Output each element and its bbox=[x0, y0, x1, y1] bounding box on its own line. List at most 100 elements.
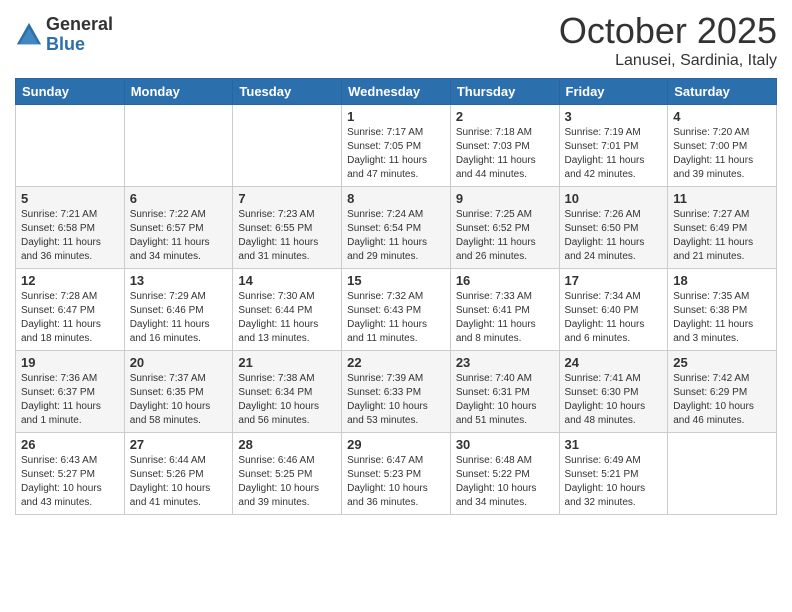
day-number: 14 bbox=[238, 273, 336, 288]
day-info: Sunrise: 7:21 AM Sunset: 6:58 PM Dayligh… bbox=[21, 208, 119, 264]
calendar-cell: 17 Sunrise: 7:34 AM Sunset: 6:40 PM Dayli… bbox=[559, 269, 668, 351]
day-info: Sunrise: 7:17 AM Sunset: 7:05 PM Dayligh… bbox=[347, 126, 445, 182]
calendar-cell: 25Sunrise: 7:42 AM Sunset: 6:29 PM Dayli… bbox=[668, 351, 777, 433]
calendar-week-1: 1Sunrise: 7:17 AM Sunset: 7:05 PM Daylig… bbox=[16, 105, 777, 187]
calendar-cell: 10 Sunrise: 7:26 AM Sunset: 6:50 PM Dayli… bbox=[559, 187, 668, 269]
calendar-cell: 12Sunrise: 7:28 AM Sunset: 6:47 PM Dayli… bbox=[16, 269, 125, 351]
calendar-cell: 4 Sunrise: 7:20 AM Sunset: 7:00 PM Daylig… bbox=[668, 105, 777, 187]
title-block: October 2025 Lanusei, Sardinia, Italy bbox=[559, 10, 777, 70]
day-number: 5 bbox=[21, 191, 119, 206]
day-number: 16 bbox=[456, 273, 554, 288]
day-info: Sunrise: 7:37 AM Sunset: 6:35 PM Dayligh… bbox=[130, 372, 228, 428]
page-container: General Blue October 2025 Lanusei, Sardi… bbox=[0, 0, 792, 530]
header-saturday: Saturday bbox=[668, 79, 777, 105]
logo-icon bbox=[15, 21, 43, 49]
day-number: 6 bbox=[130, 191, 228, 206]
day-info: Sunrise: 7:20 AM Sunset: 7:00 PM Dayligh… bbox=[673, 126, 771, 182]
calendar-cell: 30Sunrise: 6:48 AM Sunset: 5:22 PM Dayli… bbox=[450, 433, 559, 515]
day-info: Sunrise: 7:24 AM Sunset: 6:54 PM Dayligh… bbox=[347, 208, 445, 264]
calendar-table: Sunday Monday Tuesday Wednesday Thursday… bbox=[15, 78, 777, 515]
day-info: Sunrise: 7:32 AM Sunset: 6:43 PM Dayligh… bbox=[347, 290, 445, 346]
calendar-cell: 3 Sunrise: 7:19 AM Sunset: 7:01 PM Daylig… bbox=[559, 105, 668, 187]
day-info: Sunrise: 7:36 AM Sunset: 6:37 PM Dayligh… bbox=[21, 372, 119, 428]
logo: General Blue bbox=[15, 15, 113, 55]
day-info: Sunrise: 7:28 AM Sunset: 6:47 PM Dayligh… bbox=[21, 290, 119, 346]
calendar-cell: 6 Sunrise: 7:22 AM Sunset: 6:57 PM Daylig… bbox=[124, 187, 233, 269]
calendar-cell: 18 Sunrise: 7:35 AM Sunset: 6:38 PM Dayli… bbox=[668, 269, 777, 351]
day-info: Sunrise: 7:33 AM Sunset: 6:41 PM Dayligh… bbox=[456, 290, 554, 346]
calendar-header-row: Sunday Monday Tuesday Wednesday Thursday… bbox=[16, 79, 777, 105]
calendar-cell: 15 Sunrise: 7:32 AM Sunset: 6:43 PM Dayli… bbox=[342, 269, 451, 351]
day-number: 2 bbox=[456, 109, 554, 124]
day-info: Sunrise: 7:34 AM Sunset: 6:40 PM Dayligh… bbox=[565, 290, 663, 346]
calendar-cell: 11Sunrise: 7:27 AM Sunset: 6:49 PM Dayli… bbox=[668, 187, 777, 269]
day-number: 29 bbox=[347, 437, 445, 452]
day-info: Sunrise: 7:40 AM Sunset: 6:31 PM Dayligh… bbox=[456, 372, 554, 428]
header-sunday: Sunday bbox=[16, 79, 125, 105]
day-number: 28 bbox=[238, 437, 336, 452]
header-tuesday: Tuesday bbox=[233, 79, 342, 105]
day-info: Sunrise: 7:22 AM Sunset: 6:57 PM Dayligh… bbox=[130, 208, 228, 264]
calendar-cell: 29 Sunrise: 6:47 AM Sunset: 5:23 PM Dayli… bbox=[342, 433, 451, 515]
day-number: 17 bbox=[565, 273, 663, 288]
day-number: 10 bbox=[565, 191, 663, 206]
logo-general: General bbox=[46, 15, 113, 35]
calendar-week-3: 12Sunrise: 7:28 AM Sunset: 6:47 PM Dayli… bbox=[16, 269, 777, 351]
day-info: Sunrise: 7:38 AM Sunset: 6:34 PM Dayligh… bbox=[238, 372, 336, 428]
calendar-cell: 7Sunrise: 7:23 AM Sunset: 6:55 PM Daylig… bbox=[233, 187, 342, 269]
day-info: Sunrise: 6:47 AM Sunset: 5:23 PM Dayligh… bbox=[347, 454, 445, 510]
calendar-cell: 20 Sunrise: 7:37 AM Sunset: 6:35 PM Dayli… bbox=[124, 351, 233, 433]
calendar-cell: 19 Sunrise: 7:36 AM Sunset: 6:37 PM Dayli… bbox=[16, 351, 125, 433]
day-number: 27 bbox=[130, 437, 228, 452]
day-number: 8 bbox=[347, 191, 445, 206]
day-info: Sunrise: 6:44 AM Sunset: 5:26 PM Dayligh… bbox=[130, 454, 228, 510]
day-number: 31 bbox=[565, 437, 663, 452]
header-friday: Friday bbox=[559, 79, 668, 105]
day-info: Sunrise: 7:42 AM Sunset: 6:29 PM Dayligh… bbox=[673, 372, 771, 428]
day-info: Sunrise: 7:23 AM Sunset: 6:55 PM Dayligh… bbox=[238, 208, 336, 264]
day-number: 30 bbox=[456, 437, 554, 452]
day-number: 3 bbox=[565, 109, 663, 124]
page-header: General Blue October 2025 Lanusei, Sardi… bbox=[15, 10, 777, 70]
header-monday: Monday bbox=[124, 79, 233, 105]
logo-text: General Blue bbox=[46, 15, 113, 55]
day-number: 21 bbox=[238, 355, 336, 370]
day-number: 18 bbox=[673, 273, 771, 288]
calendar-cell: 31 Sunrise: 6:49 AM Sunset: 5:21 PM Dayli… bbox=[559, 433, 668, 515]
calendar-cell: 23 Sunrise: 7:40 AM Sunset: 6:31 PM Dayli… bbox=[450, 351, 559, 433]
day-info: Sunrise: 7:18 AM Sunset: 7:03 PM Dayligh… bbox=[456, 126, 554, 182]
day-info: Sunrise: 7:27 AM Sunset: 6:49 PM Dayligh… bbox=[673, 208, 771, 264]
day-number: 26 bbox=[21, 437, 119, 452]
calendar-cell: 22Sunrise: 7:39 AM Sunset: 6:33 PM Dayli… bbox=[342, 351, 451, 433]
calendar-cell bbox=[16, 105, 125, 187]
day-info: Sunrise: 7:30 AM Sunset: 6:44 PM Dayligh… bbox=[238, 290, 336, 346]
day-info: Sunrise: 7:26 AM Sunset: 6:50 PM Dayligh… bbox=[565, 208, 663, 264]
calendar-cell: 8 Sunrise: 7:24 AM Sunset: 6:54 PM Daylig… bbox=[342, 187, 451, 269]
day-info: Sunrise: 7:35 AM Sunset: 6:38 PM Dayligh… bbox=[673, 290, 771, 346]
day-number: 23 bbox=[456, 355, 554, 370]
day-number: 20 bbox=[130, 355, 228, 370]
calendar-cell: 9Sunrise: 7:25 AM Sunset: 6:52 PM Daylig… bbox=[450, 187, 559, 269]
day-info: Sunrise: 6:43 AM Sunset: 5:27 PM Dayligh… bbox=[21, 454, 119, 510]
calendar-week-4: 19 Sunrise: 7:36 AM Sunset: 6:37 PM Dayli… bbox=[16, 351, 777, 433]
calendar-cell: 21 Sunrise: 7:38 AM Sunset: 6:34 PM Dayli… bbox=[233, 351, 342, 433]
calendar-cell: 1Sunrise: 7:17 AM Sunset: 7:05 PM Daylig… bbox=[342, 105, 451, 187]
calendar-cell: 16 Sunrise: 7:33 AM Sunset: 6:41 PM Dayli… bbox=[450, 269, 559, 351]
calendar-cell: 26 Sunrise: 6:43 AM Sunset: 5:27 PM Dayli… bbox=[16, 433, 125, 515]
day-info: Sunrise: 6:49 AM Sunset: 5:21 PM Dayligh… bbox=[565, 454, 663, 510]
logo-blue: Blue bbox=[46, 35, 113, 55]
day-number: 19 bbox=[21, 355, 119, 370]
day-number: 9 bbox=[456, 191, 554, 206]
calendar-week-5: 26 Sunrise: 6:43 AM Sunset: 5:27 PM Dayli… bbox=[16, 433, 777, 515]
day-number: 4 bbox=[673, 109, 771, 124]
calendar-cell: 5 Sunrise: 7:21 AM Sunset: 6:58 PM Daylig… bbox=[16, 187, 125, 269]
day-number: 15 bbox=[347, 273, 445, 288]
day-info: Sunrise: 7:19 AM Sunset: 7:01 PM Dayligh… bbox=[565, 126, 663, 182]
location-subtitle: Lanusei, Sardinia, Italy bbox=[559, 52, 777, 70]
month-title: October 2025 bbox=[559, 10, 777, 52]
day-info: Sunrise: 7:29 AM Sunset: 6:46 PM Dayligh… bbox=[130, 290, 228, 346]
calendar-cell bbox=[233, 105, 342, 187]
calendar-cell bbox=[668, 433, 777, 515]
header-wednesday: Wednesday bbox=[342, 79, 451, 105]
day-number: 24 bbox=[565, 355, 663, 370]
